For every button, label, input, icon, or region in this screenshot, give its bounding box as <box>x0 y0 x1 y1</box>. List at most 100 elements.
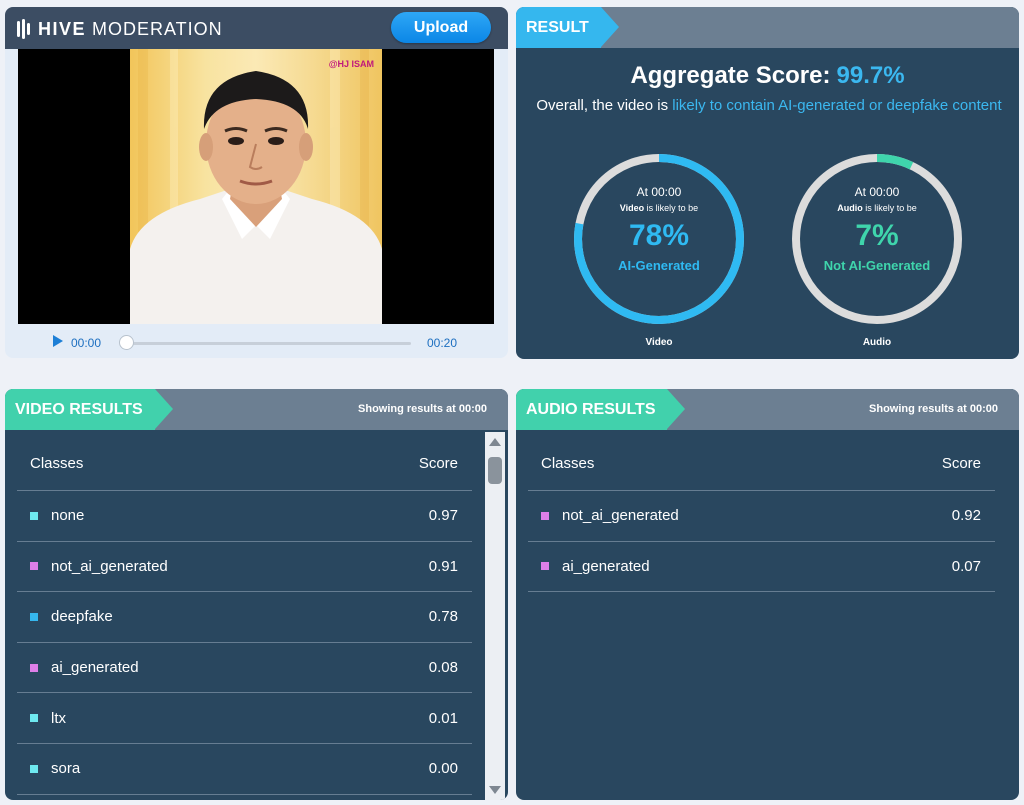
video-results-table: Classes Score none 0.97 not_ai_generated 0.… <box>17 432 472 795</box>
brand-name: HIVE <box>38 18 87 39</box>
verdict-text: Overall, the video is likely to contain … <box>534 94 1004 117</box>
person-video-image <box>130 49 382 324</box>
class-label: ltx <box>51 709 66 727</box>
aggregate-value: 99.7% <box>836 62 905 89</box>
row-class: sora <box>30 760 80 777</box>
class-label: not_ai_generated <box>51 557 168 575</box>
class-score: 0.91 <box>428 557 458 575</box>
video-duration: 00:20 <box>427 336 458 350</box>
brand-product: MODERATION <box>92 18 223 39</box>
video-gauge-percent: 78% <box>628 219 690 252</box>
table-row: not_ai_generated 0.92 <box>528 491 995 542</box>
audio-gauge-caption: Audio <box>862 337 892 348</box>
result-tag: RESULT <box>516 7 619 48</box>
hive-logo: HIVE MODERATION <box>17 19 223 39</box>
table-row: deepfake 0.78 <box>17 592 472 643</box>
audio-results-rows: not_ai_generated 0.92 ai_generated 0.07 <box>528 491 995 593</box>
table-row: ai_generated 0.08 <box>17 643 472 694</box>
table-row: ltx 0.01 <box>17 693 472 744</box>
video-results-header: VIDEO RESULTS Showing results at 00:00 <box>5 389 508 430</box>
class-score: 0.78 <box>428 608 458 626</box>
video-gauge-likely: Video is likely to be <box>619 203 699 213</box>
class-score: 0.92 <box>951 507 981 525</box>
classes-column-header: Classes <box>30 454 84 472</box>
row-class: not_ai_generated <box>541 507 679 524</box>
video-gauge-time: At 00:00 <box>636 185 682 199</box>
video-results-panel: VIDEO RESULTS Showing results at 00:00 C… <box>5 389 508 800</box>
audio-results-showing: Showing results at 00:00 <box>869 403 998 415</box>
table-row: not_ai_generated 0.91 <box>17 542 472 593</box>
class-label: not_ai_generated <box>562 507 679 525</box>
video-gauge: At 00:00 Video is likely to be 78% AI-Ge… <box>570 150 748 328</box>
audio-gauge: At 00:00 Audio is likely to be 7% Not AI… <box>788 150 966 328</box>
class-color-swatch <box>30 663 38 672</box>
verdict-highlight: likely to contain AI-generated or deepfa… <box>672 97 1002 114</box>
video-watermark: @HJ ISAM <box>328 59 374 69</box>
audio-gauge-time: At 00:00 <box>854 185 900 199</box>
seek-bar[interactable] <box>125 342 411 345</box>
class-score: 0.07 <box>951 557 981 575</box>
video-results-rows: none 0.97 not_ai_generated 0.91 deepfake 0.78… <box>17 491 472 795</box>
class-score: 0.00 <box>428 760 458 778</box>
scroll-down-arrow-icon[interactable] <box>489 786 501 794</box>
class-label: ai_generated <box>51 659 139 677</box>
video-results-tag: VIDEO RESULTS <box>5 389 173 430</box>
table-header: Classes Score <box>528 432 995 491</box>
seek-handle[interactable] <box>119 335 134 350</box>
upload-button[interactable]: Upload <box>391 12 491 43</box>
video-frame: @HJ ISAM <box>130 49 382 324</box>
row-class: none <box>30 507 84 524</box>
current-time: 00:00 <box>71 336 102 350</box>
class-color-swatch <box>30 511 38 520</box>
player-controls: 00:00 00:20 <box>5 324 508 358</box>
class-color-swatch <box>541 562 549 571</box>
class-color-swatch <box>30 764 38 773</box>
class-label: ai_generated <box>562 557 650 575</box>
video-display[interactable]: @HJ ISAM <box>18 49 494 324</box>
result-header: RESULT <box>516 7 1019 48</box>
class-color-swatch <box>541 511 549 520</box>
row-class: ai_generated <box>30 659 139 676</box>
table-row: none 0.97 <box>17 491 472 542</box>
audio-gauge-percent: 7% <box>855 219 899 252</box>
table-row: sora 0.00 <box>17 744 472 795</box>
class-color-swatch <box>30 562 38 571</box>
class-score: 0.01 <box>428 709 458 727</box>
scroll-thumb[interactable] <box>488 457 502 484</box>
video-results-scrollbar[interactable] <box>485 432 505 800</box>
audio-gauge-likely: Audio is likely to be <box>837 203 917 213</box>
row-class: ai_generated <box>541 558 650 575</box>
class-label: none <box>51 507 85 525</box>
video-gauge-class: AI-Generated <box>618 258 700 273</box>
hive-logo-icon <box>17 19 30 39</box>
class-color-swatch <box>30 714 38 723</box>
app-header: HIVE MODERATION Upload <box>5 7 508 49</box>
audio-results-table: Classes Score not_ai_generated 0.92 ai_gen… <box>528 432 995 593</box>
class-color-swatch <box>30 612 38 621</box>
aggregate-label: Aggregate Score: <box>630 62 831 89</box>
video-player-panel: HIVE MODERATION Upload @HJ ISAM 00:00 00… <box>5 7 508 358</box>
verdict-prefix: Overall, the video is <box>536 97 669 114</box>
score-column-header: Score <box>418 454 458 472</box>
audio-results-tag: AUDIO RESULTS <box>516 389 687 430</box>
row-class: ltx <box>30 710 66 727</box>
audio-gauge-class: Not AI-Generated <box>823 258 931 273</box>
row-class: deepfake <box>30 608 113 625</box>
class-score: 0.08 <box>428 659 458 677</box>
play-icon[interactable] <box>53 335 63 347</box>
class-score: 0.97 <box>428 507 458 525</box>
class-label: deepfake <box>51 608 113 626</box>
video-gauge-caption: Video <box>645 337 673 348</box>
audio-results-header: AUDIO RESULTS Showing results at 00:00 <box>516 389 1019 430</box>
video-results-showing: Showing results at 00:00 <box>358 403 487 415</box>
score-column-header: Score <box>941 454 981 472</box>
row-class: not_ai_generated <box>30 558 168 575</box>
result-panel: RESULT Aggregate Score: 99.7% Overall, th… <box>516 7 1019 359</box>
audio-results-panel: AUDIO RESULTS Showing results at 00:00 C… <box>516 389 1019 800</box>
class-label: sora <box>51 760 81 778</box>
table-header: Classes Score <box>17 432 472 491</box>
classes-column-header: Classes <box>541 454 595 472</box>
table-row: ai_generated 0.07 <box>528 542 995 593</box>
scroll-up-arrow-icon[interactable] <box>489 438 501 446</box>
aggregate-score: Aggregate Score: 99.7% <box>516 62 1019 90</box>
